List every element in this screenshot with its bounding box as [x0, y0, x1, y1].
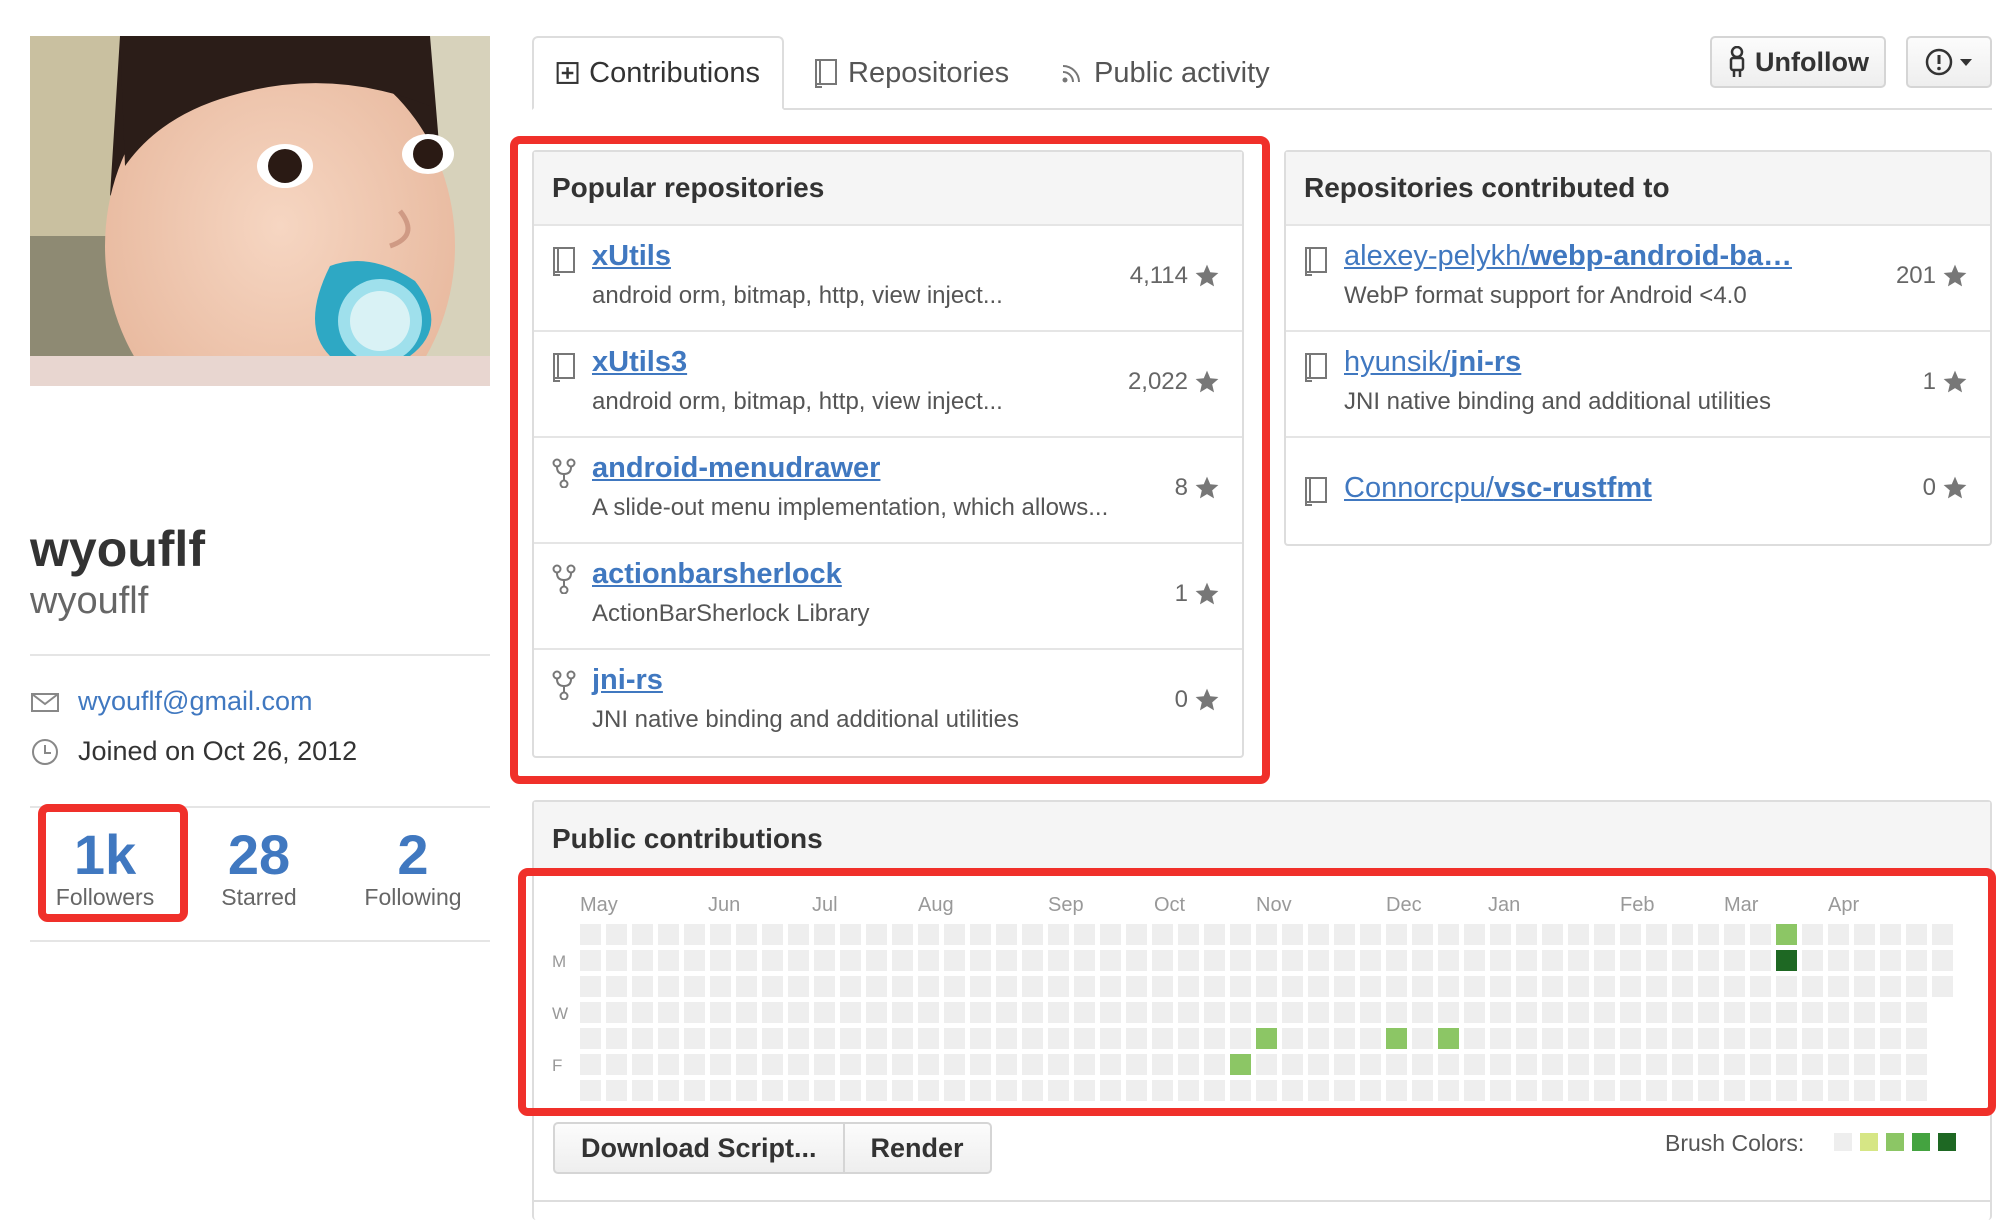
stat-following[interactable]: 2 Following	[338, 826, 488, 911]
script-button-group: Download Script... Render	[553, 1122, 992, 1174]
book-icon	[815, 59, 837, 88]
profile-username: wyouflf	[30, 580, 149, 622]
brush-swatch-level4[interactable]	[1938, 1133, 1956, 1151]
repo-name-link[interactable]: Connorcpu/vsc-rustfmt	[1344, 472, 1652, 505]
highlight-followers	[38, 804, 188, 922]
tab-label: Repositories	[848, 56, 1010, 89]
star-icon	[1943, 370, 1967, 393]
tab-label: Contributions	[589, 56, 760, 89]
mail-icon	[31, 692, 59, 712]
star-count: 0	[1922, 474, 1936, 501]
contributed-repositories-box: Repositories contributed to alexey-pelyk…	[1284, 150, 1992, 546]
repo-star-count: 201	[1896, 262, 1968, 290]
repo-description: JNI native binding and additional utilit…	[1344, 388, 1771, 415]
highlight-popular-repositories	[510, 136, 1270, 784]
tab-public-activity[interactable]: Public activity	[1060, 36, 1270, 110]
email-row: wyouflf@gmail.com	[30, 686, 312, 717]
box-title: Public contributions	[534, 802, 1990, 876]
repo-owner: Connorcpu/	[1344, 472, 1494, 504]
stat-number: 2	[397, 823, 429, 886]
render-button[interactable]: Render	[844, 1122, 992, 1174]
stat-starred[interactable]: 28 Starred	[184, 826, 334, 911]
repo-name-link[interactable]: hyunsik/jni-rs	[1344, 346, 1521, 379]
unfollow-button[interactable]: Unfollow	[1710, 36, 1886, 88]
brush-swatch-level1[interactable]	[1860, 1133, 1878, 1151]
stat-label: Following	[364, 884, 462, 910]
repo-owner: alexey-pelykh/	[1344, 240, 1530, 272]
report-dropdown-button[interactable]	[1906, 36, 1992, 88]
avatar[interactable]	[30, 36, 490, 386]
download-script-button[interactable]: Download Script...	[553, 1122, 845, 1174]
divider	[30, 940, 490, 942]
repo-name-link[interactable]: alexey-pelykh/webp-android-ba…	[1344, 240, 1792, 273]
repo-description: WebP format support for Android <4.0	[1344, 282, 1747, 309]
chevron-down-icon	[1960, 59, 1972, 66]
tab-label: Public activity	[1094, 56, 1270, 89]
exclamation-circle-icon	[1925, 48, 1953, 76]
tab-contributions[interactable]: Contributions	[532, 36, 784, 110]
brush-swatch-level2[interactable]	[1886, 1133, 1904, 1151]
repo-icon	[1305, 477, 1327, 506]
profile-fullname: wyouflf	[30, 521, 205, 577]
star-icon	[1943, 264, 1967, 287]
repo-icon	[1305, 247, 1327, 276]
unfollow-label: Unfollow	[1755, 46, 1869, 77]
joined-row: Joined on Oct 26, 2012	[30, 736, 357, 767]
highlight-contribution-calendar	[518, 868, 1996, 1116]
repo-name: vsc-rustfmt	[1493, 472, 1652, 504]
email-link[interactable]: wyouflf@gmail.com	[78, 686, 312, 717]
joined-date: Joined on Oct 26, 2012	[78, 736, 358, 766]
repo-name: jni-rs	[1450, 346, 1522, 378]
person-icon	[1729, 46, 1745, 77]
stat-label: Starred	[221, 884, 297, 910]
star-count: 1	[1922, 368, 1936, 395]
divider	[30, 654, 490, 656]
box-title: Repositories contributed to	[1286, 152, 1990, 226]
repo-star-count: 0	[1923, 474, 1968, 502]
brush-swatch-level3[interactable]	[1912, 1133, 1930, 1151]
brush-colors-label: Brush Colors:	[1665, 1130, 1805, 1156]
repo-name: webp-android-ba…	[1529, 240, 1792, 272]
brush-swatch-empty[interactable]	[1834, 1133, 1852, 1151]
repo-icon	[1305, 353, 1327, 382]
contributed-repo-row[interactable]: alexey-pelykh/webp-android-ba… WebP forma…	[1286, 226, 1990, 332]
plus-box-icon	[556, 62, 579, 84]
repo-star-count: 1	[1923, 368, 1968, 396]
star-count: 201	[1895, 262, 1936, 289]
clock-icon	[32, 738, 58, 765]
rss-icon	[1062, 65, 1080, 83]
repo-owner: hyunsik/	[1344, 346, 1451, 378]
contributed-repo-row[interactable]: hyunsik/jni-rs JNI native binding and add…	[1286, 332, 1990, 438]
tab-repositories[interactable]: Repositories	[814, 36, 1009, 110]
stat-number: 28	[227, 823, 291, 886]
star-icon	[1943, 476, 1967, 499]
contributed-repo-row[interactable]: Connorcpu/vsc-rustfmt 0	[1286, 438, 1990, 544]
